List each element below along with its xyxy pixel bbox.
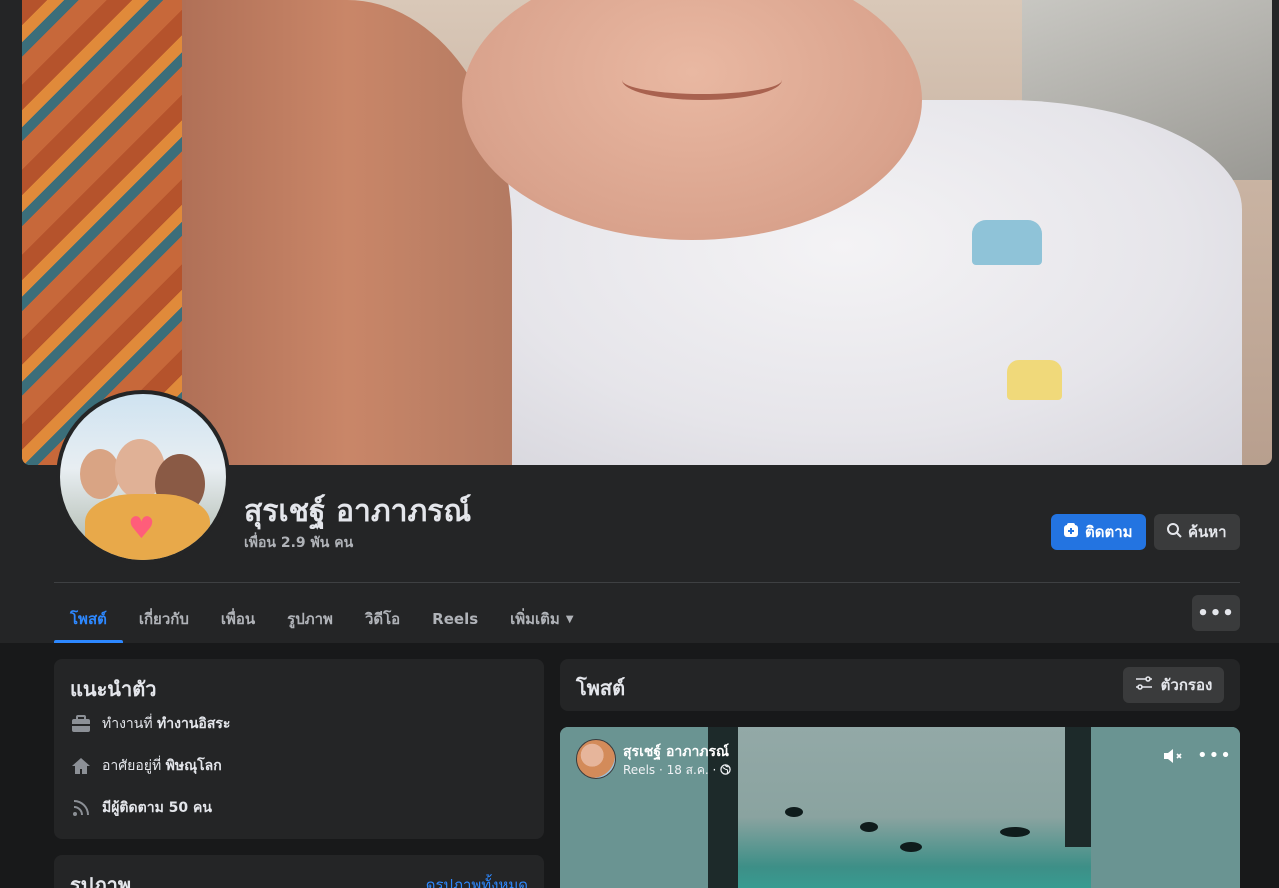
profile-avatar[interactable]: ♥ [56,390,230,564]
tab-videos[interactable]: วิดีโอ [349,595,416,643]
tab-label: เกี่ยวกับ [138,610,189,628]
profile-tabs: โพสต์ เกี่ยวกับ เพื่อน รูปภาพ วิดีโอ Ree… [54,595,590,643]
caret-down-icon: ▼ [565,613,574,625]
cover-car-print [972,220,1042,265]
search-button[interactable]: ค้นหา [1154,514,1240,550]
reel-video-detail [785,807,803,817]
filter-button[interactable]: ตัวกรอง [1123,667,1224,703]
globe-icon [720,763,731,777]
intro-location: อาศัยอยู่ที่ พิษณุโลก [70,755,222,777]
tab-label: รูปภาพ [287,610,333,628]
intro-work: ทำงานที่ ทำงานอิสระ [70,713,230,735]
reel-video-detail [860,822,878,832]
header-divider [54,582,1240,583]
cover-photo[interactable] [22,0,1272,465]
reel-video-detail [1000,827,1030,837]
intro-work-value[interactable]: ทำงานอิสระ [157,716,230,732]
photos-title: รูปภาพ [70,873,132,888]
reel-meta: Reels · 18 ส.ค. · [623,761,731,780]
heart-icon: ♥ [128,511,155,546]
sliders-icon [1135,676,1153,694]
intro-location-value[interactable]: พิษณุโลก [166,758,222,774]
tab-friends[interactable]: เพื่อน [205,595,271,643]
reel-author-name[interactable]: สุรเชฐ์ อาภาภรณ์ [623,741,729,763]
muted-speaker-icon[interactable] [1162,746,1184,771]
tab-label: เพิ่มเติม [510,610,560,628]
cover-arm [182,0,512,465]
reel-author-avatar[interactable] [576,739,616,779]
search-label: ค้นหา [1188,523,1227,541]
posts-header: โพสต์ ตัวกรอง [560,659,1240,711]
profile-more-button[interactable]: ••• [1192,595,1240,631]
see-all-photos-link[interactable]: ดูรูปภาพทั้งหมด [426,873,528,888]
tab-more[interactable]: เพิ่มเติม ▼ [494,595,589,643]
tab-label: วิดีโอ [364,610,401,628]
tab-posts[interactable]: โพสต์ [54,595,123,643]
tab-about[interactable]: เกี่ยวกับ [123,595,205,643]
reel-more-button[interactable]: ••• [1197,745,1232,766]
reel-video[interactable] [708,727,1091,888]
intro-followers: มีผู้ติดตาม 50 คน [70,797,212,819]
tab-label: Reels [432,610,479,628]
reel-video-detail [900,842,922,852]
follow-button[interactable]: ติดตาม [1051,514,1146,550]
follow-label: ติดตาม [1085,523,1133,541]
rss-icon [70,797,92,819]
intro-location-prefix: อาศัยอยู่ที่ [102,758,162,774]
photos-card: รูปภาพ ดูรูปภาพทั้งหมด [54,855,544,888]
avatar-person [80,449,120,499]
intro-card: แนะนำตัว ทำงานที่ ทำงานอิสระ อาศัยอยู่ที… [54,659,544,839]
intro-followers-label[interactable]: มีผู้ติดตาม 50 คน [102,797,212,819]
profile-name: สุรเชฐ์ อาภาภรณ์ [244,494,472,529]
avatar: ♥ [60,394,226,560]
cover-car-print [1007,360,1062,400]
home-icon [70,755,92,777]
reel-post[interactable]: สุรเชฐ์ อาภาภรณ์ Reels · 18 ส.ค. · ••• [560,727,1240,888]
tab-label: เพื่อน [220,610,256,628]
search-icon [1166,522,1182,542]
intro-title: แนะนำตัว [70,677,157,701]
intro-work-prefix: ทำงานที่ [102,716,153,732]
briefcase-icon [70,713,92,735]
friend-count[interactable]: เพื่อน 2.9 พัน คน [244,532,353,554]
person-add-icon [1063,522,1079,542]
tab-label: โพสต์ [70,610,107,628]
tab-reels[interactable]: Reels [416,595,494,643]
tab-photos[interactable]: รูปภาพ [271,595,349,643]
filter-label: ตัวกรอง [1160,676,1213,694]
reel-video-shadow [1065,727,1091,847]
cover-mouth [622,60,782,100]
reel-meta-text[interactable]: Reels · 18 ส.ค. · [623,763,720,777]
posts-title: โพสต์ [576,676,626,700]
